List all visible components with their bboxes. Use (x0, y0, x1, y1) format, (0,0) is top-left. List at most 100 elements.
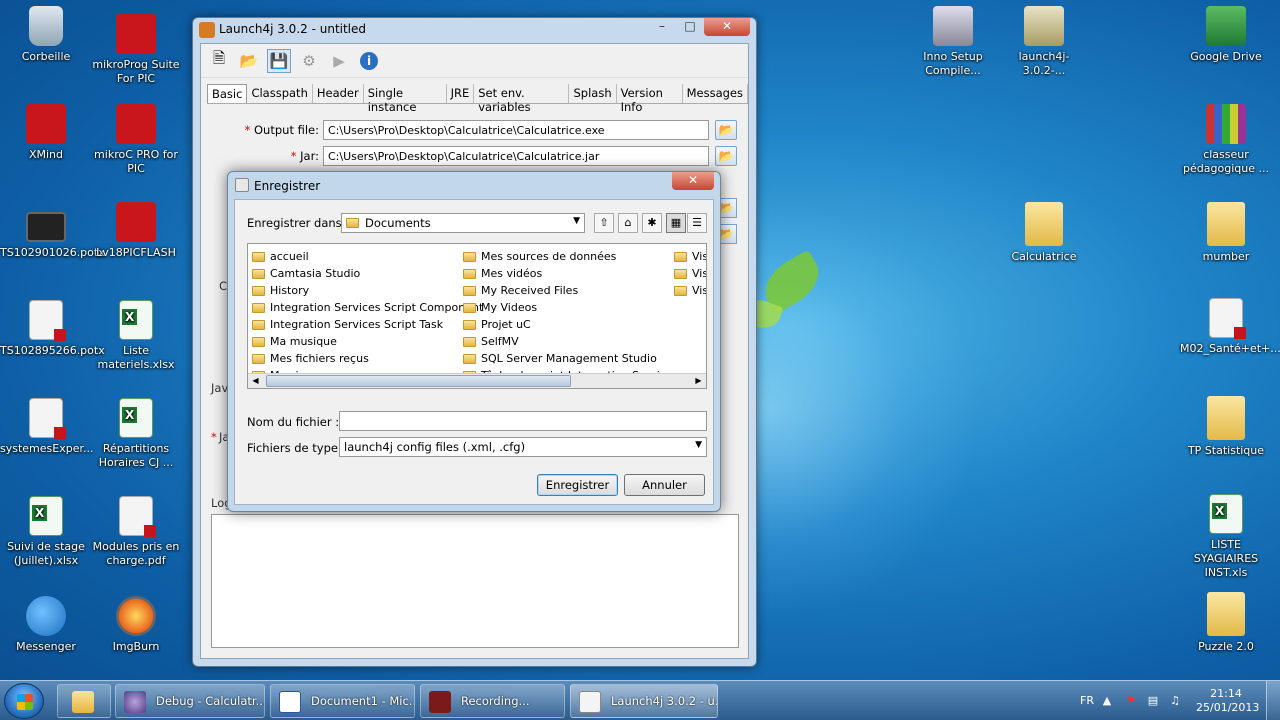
tab-single-instance[interactable]: Single instance (364, 84, 447, 114)
list-item[interactable]: My Videos (463, 299, 678, 316)
desktop-icon-repartitions[interactable]: Répartitions Horaires CJ ... (90, 398, 182, 470)
desktop-icon-xmind[interactable]: XMind (0, 104, 92, 162)
taskbar-document1[interactable]: Document1 - Mic... (270, 684, 415, 718)
taskbar-recording[interactable]: Recording... (420, 684, 565, 718)
home-button[interactable]: ⌂ (618, 213, 638, 233)
tab-classpath[interactable]: Classpath (247, 84, 313, 103)
desktop-icon-google-drive[interactable]: Google Drive (1180, 6, 1272, 64)
desktop-icon-modules-pdf[interactable]: Modules pris en charge.pdf (90, 496, 182, 568)
up-folder-button[interactable]: ⇧ (594, 213, 614, 233)
desktop-icon-inno-setup[interactable]: Inno Setup Compile... (907, 6, 999, 78)
list-item[interactable]: Vis (674, 282, 706, 299)
clock[interactable]: 21:14 25/01/2013 (1196, 687, 1259, 715)
save-button[interactable]: Enregistrer (537, 474, 618, 496)
tab-basic[interactable]: Basic (207, 84, 248, 103)
details-view-button[interactable]: ☰ (687, 213, 707, 233)
desktop-icon-launch4j-installer[interactable]: launch4j-3.0.2-... (998, 6, 1090, 78)
browse-jar-button[interactable]: 📂 (715, 146, 737, 166)
scroll-right-icon[interactable]: ▶ (691, 374, 706, 388)
log-textarea[interactable] (211, 514, 739, 648)
list-item[interactable]: SelfMV (463, 333, 678, 350)
save-icon[interactable]: 💾 (267, 48, 291, 73)
info-icon[interactable]: i (357, 49, 381, 73)
desktop-icon-mikroprog[interactable]: mikroProg Suite For PIC (90, 14, 182, 86)
desktop-icon-classeur[interactable]: classeur pédagogique ... (1180, 104, 1272, 176)
lookin-select[interactable]: Documents ▼ (341, 213, 585, 233)
file-column-1: accueil Camtasia Studio History Integrat… (252, 248, 483, 384)
list-item[interactable]: accueil (252, 248, 483, 265)
tab-set-env-variables[interactable]: Set env. variables (474, 84, 570, 114)
desktop-icon-puzzle[interactable]: Puzzle 2.0 (1180, 592, 1272, 654)
horizontal-scrollbar[interactable]: ◀ ▶ (248, 373, 706, 388)
desktop-icon-ts102895266[interactable]: TS102895266.potx (0, 300, 105, 358)
scroll-left-icon[interactable]: ◀ (248, 374, 263, 388)
list-item[interactable]: Vis (674, 248, 706, 265)
list-item[interactable]: History (252, 282, 483, 299)
desktop-icon-mumber[interactable]: mumber (1180, 202, 1272, 264)
show-desktop-button[interactable] (1266, 681, 1280, 720)
desktop-icon-systemes-exper[interactable]: systemesExper... (0, 398, 93, 456)
new-file-icon[interactable]: 🗎 (207, 49, 231, 73)
tab-header[interactable]: Header (313, 84, 364, 103)
desktop-icon-tp-statistique[interactable]: TP Statistique (1180, 396, 1272, 458)
desktop-icon-imgburn[interactable]: ImgBurn (90, 596, 182, 654)
desktop-icon-calculatrice[interactable]: Calculatrice (998, 202, 1090, 264)
list-item[interactable]: Camtasia Studio (252, 265, 483, 282)
list-item[interactable]: Integration Services Script Component (252, 299, 483, 316)
list-view-button[interactable]: ▦ (666, 213, 686, 233)
tab-version-info[interactable]: Version Info (617, 84, 683, 114)
desktop-icon-recycle-bin[interactable]: Corbeille (0, 6, 92, 64)
run-play-icon[interactable]: ▶ (327, 49, 351, 73)
list-item[interactable]: Ma musique (252, 333, 483, 350)
minimize-icon[interactable]: – (648, 18, 676, 36)
list-item[interactable]: SQL Server Management Studio (463, 350, 678, 367)
folder-icon (252, 268, 265, 279)
taskbar-debug-calculatrice[interactable]: Debug - Calculatr... (115, 684, 265, 718)
list-item[interactable]: Mes fichiers reçus (252, 350, 483, 367)
desktop-icon-liste-syagiaires[interactable]: LISTE SYAGIAIRES INST.xls (1180, 494, 1272, 580)
browse-output-button[interactable]: 📂 (715, 120, 737, 140)
close-icon[interactable]: ✕ (672, 172, 714, 190)
start-button[interactable] (4, 683, 44, 719)
new-folder-button[interactable]: ✱ (642, 213, 662, 233)
jar-input[interactable]: C:\Users\Pro\Desktop\Calculatrice\Calcul… (323, 146, 709, 166)
tab-splash[interactable]: Splash (569, 84, 617, 103)
volume-icon[interactable]: ♫ (1168, 694, 1182, 708)
desktop-icon-m02-sante[interactable]: M02_Santé+et+... (1180, 298, 1280, 356)
output-file-input[interactable]: C:\Users\Pro\Desktop\Calculatrice\Calcul… (323, 120, 709, 140)
scrollbar-thumb[interactable] (266, 375, 571, 387)
language-indicator[interactable]: FR (1080, 694, 1094, 707)
launch4j-titlebar[interactable]: Launch4j 3.0.2 - untitled – □ ✕ (193, 18, 756, 42)
desktop-icon-liste-materiels[interactable]: Liste materiels.xlsx (90, 300, 182, 372)
list-item[interactable]: Projet uC (463, 316, 678, 333)
filetype-select[interactable]: launch4j config files (.xml, .cfg) ▼ (339, 437, 707, 457)
up-folder-icon: ⇧ (599, 216, 609, 229)
tab-messages[interactable]: Messages (683, 84, 748, 103)
dialog-titlebar[interactable]: Enregistrer (228, 172, 720, 198)
tray-expand-icon[interactable]: ▲ (1100, 694, 1114, 708)
excel-file-icon (29, 496, 63, 536)
list-item[interactable]: Mes vidéos (463, 265, 678, 282)
list-item[interactable]: Mes sources de données (463, 248, 678, 265)
list-item[interactable]: My Received Files (463, 282, 678, 299)
desktop-icon-mikroc[interactable]: mikroC PRO for PIC (90, 104, 182, 176)
folder-icon (1207, 202, 1245, 246)
cancel-button[interactable]: Annuler (624, 474, 705, 496)
taskbar-explorer[interactable] (57, 684, 111, 718)
desktop-icon-messenger[interactable]: Messenger (0, 596, 92, 654)
tab-jre[interactable]: JRE (447, 84, 475, 103)
dialog-title: Enregistrer (254, 179, 321, 193)
filename-input[interactable] (339, 411, 707, 431)
network-icon[interactable]: ▤ (1146, 694, 1160, 708)
close-icon[interactable]: ✕ (704, 18, 750, 36)
taskbar-launch4j[interactable]: Launch4j 3.0.2 - u... (570, 684, 718, 718)
open-folder-icon[interactable]: 📂 (237, 49, 261, 73)
desktop-icon-ts102901026[interactable]: TS102901026.potx (0, 202, 105, 260)
build-gear-icon[interactable]: ⚙ (297, 49, 321, 73)
desktop-icon-suivi-stage[interactable]: Suivi de stage (Juillet).xlsx (0, 496, 92, 568)
list-item[interactable]: Integration Services Script Task (252, 316, 483, 333)
list-item[interactable]: Vis (674, 265, 706, 282)
security-alert-icon[interactable]: ⚑ (1124, 694, 1138, 708)
desktop-icon-lv18picflash[interactable]: Lv18PICFLASH (90, 202, 182, 260)
maximize-icon[interactable]: □ (676, 18, 704, 36)
